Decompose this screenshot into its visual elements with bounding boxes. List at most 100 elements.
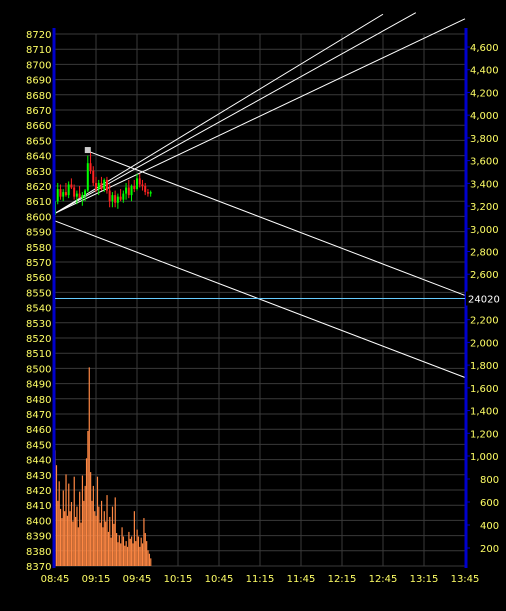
time-tick-label: 10:15 bbox=[164, 574, 193, 585]
right-tick-label: 4,200 bbox=[470, 88, 499, 99]
volume-bar bbox=[80, 522, 82, 566]
candle-body bbox=[59, 189, 62, 197]
right-tick-label: 2,800 bbox=[470, 248, 499, 259]
volume-bar bbox=[85, 458, 88, 566]
candle-body bbox=[136, 178, 138, 190]
volume-bar bbox=[125, 541, 127, 566]
candle-body bbox=[122, 193, 125, 200]
left-tick-label: 8380 bbox=[26, 547, 51, 558]
candle-body bbox=[97, 182, 100, 190]
right-tick-label: 1,200 bbox=[470, 429, 499, 440]
left-tick-label: 8520 bbox=[26, 334, 51, 345]
right-tick-label: 800 bbox=[480, 475, 499, 486]
volume-bar bbox=[120, 543, 122, 566]
right-tick-label: 600 bbox=[480, 498, 499, 509]
volume-bar bbox=[124, 545, 126, 566]
left-tick-label: 8490 bbox=[26, 380, 51, 391]
right-tick-label: 200 bbox=[480, 544, 499, 555]
volume-bar bbox=[100, 500, 103, 566]
volume-bar bbox=[83, 500, 85, 566]
candle-body bbox=[84, 190, 87, 196]
left-tick-label: 8390 bbox=[26, 532, 51, 543]
volume-bar bbox=[79, 491, 81, 566]
volume-bar bbox=[73, 476, 75, 566]
right-tick-label: 1,600 bbox=[470, 384, 499, 395]
candle-body bbox=[130, 186, 133, 196]
volume-bar bbox=[65, 474, 67, 566]
left-tick-label: 8560 bbox=[26, 273, 51, 284]
candle-body bbox=[62, 192, 65, 197]
volume-bar bbox=[75, 516, 77, 566]
volume-bar bbox=[133, 511, 135, 566]
candle-body bbox=[70, 184, 73, 188]
volume-bar bbox=[62, 490, 64, 566]
left-tick-label: 8650 bbox=[26, 136, 51, 147]
volume-bar bbox=[102, 527, 104, 566]
candle-body bbox=[78, 193, 81, 199]
volume-bar bbox=[113, 523, 115, 566]
candle-body bbox=[86, 163, 89, 191]
candle-body bbox=[89, 163, 92, 171]
volume-bar bbox=[58, 481, 60, 566]
volume-bar bbox=[121, 527, 123, 566]
left-tick-label: 8610 bbox=[26, 197, 51, 208]
volume-bar bbox=[96, 476, 99, 566]
volume-bar bbox=[105, 521, 107, 566]
candle-body bbox=[100, 182, 103, 190]
left-tick-label: 8580 bbox=[26, 243, 51, 254]
left-tick-label: 8500 bbox=[26, 364, 51, 375]
candle-body bbox=[125, 187, 128, 194]
volume-bar bbox=[109, 516, 111, 566]
right-tick-label: 1,000 bbox=[470, 452, 499, 463]
candle-body bbox=[149, 192, 152, 194]
volume-bar bbox=[69, 511, 71, 566]
left-tick-label: 8480 bbox=[26, 395, 51, 406]
price-volume-chart: 8720 8710 8700 8690 8680 8670 8660 8650 8640 8630… bbox=[26, 12, 500, 585]
left-tick-label: 8600 bbox=[26, 212, 51, 223]
right-tick-label: 4,400 bbox=[470, 66, 499, 77]
left-tick-label: 8450 bbox=[26, 440, 51, 451]
right-tick-label: 3,200 bbox=[470, 202, 499, 213]
left-tick-label: 8370 bbox=[26, 562, 51, 573]
left-tick-label: 8570 bbox=[26, 258, 51, 269]
volume-bar bbox=[92, 485, 94, 566]
volume-bar bbox=[140, 537, 142, 566]
right-tick-label: 400 bbox=[480, 521, 499, 532]
volume-bar bbox=[150, 558, 152, 566]
volume-bar bbox=[57, 500, 59, 566]
left-tick-label: 8590 bbox=[26, 228, 51, 239]
volume-bar bbox=[148, 553, 150, 566]
time-tick-label: 08:45 bbox=[41, 574, 70, 585]
volume-bar bbox=[61, 518, 63, 566]
volume-bar bbox=[94, 511, 96, 566]
candle-body bbox=[103, 179, 106, 190]
left-tick-label: 8440 bbox=[26, 456, 51, 467]
candle-body bbox=[144, 186, 147, 193]
candle-body bbox=[92, 170, 95, 183]
volume-bar bbox=[88, 367, 90, 566]
volume-bar bbox=[95, 515, 97, 566]
price-marker: 24020 bbox=[55, 291, 500, 306]
volume-bar bbox=[91, 500, 93, 566]
trend-line bbox=[87, 150, 466, 296]
candle-body bbox=[105, 179, 108, 191]
left-tick-label: 8640 bbox=[26, 152, 51, 163]
volume-bar bbox=[66, 515, 68, 566]
left-tick-label: 8620 bbox=[26, 182, 51, 193]
volume-bar bbox=[135, 541, 137, 566]
candle-body bbox=[133, 186, 136, 190]
time-tick-label: 09:15 bbox=[82, 574, 111, 585]
left-tick-label: 8540 bbox=[26, 304, 51, 315]
volume-bar bbox=[98, 506, 100, 566]
volume-bar bbox=[114, 497, 116, 566]
marker-label: 24020 bbox=[468, 294, 500, 305]
right-tick-label: 2,000 bbox=[470, 338, 499, 349]
left-price-axis: 8720 8710 8700 8690 8680 8670 8660 8650 8640 8630… bbox=[26, 30, 51, 573]
candle-body bbox=[116, 196, 119, 203]
volume-bar bbox=[90, 472, 92, 566]
right-tick-label: 2,600 bbox=[470, 270, 499, 281]
volume-bar bbox=[143, 518, 145, 566]
volume-bar bbox=[68, 483, 70, 566]
time-tick-label: 11:15 bbox=[246, 574, 275, 585]
right-tick-label: 4,000 bbox=[470, 111, 499, 122]
